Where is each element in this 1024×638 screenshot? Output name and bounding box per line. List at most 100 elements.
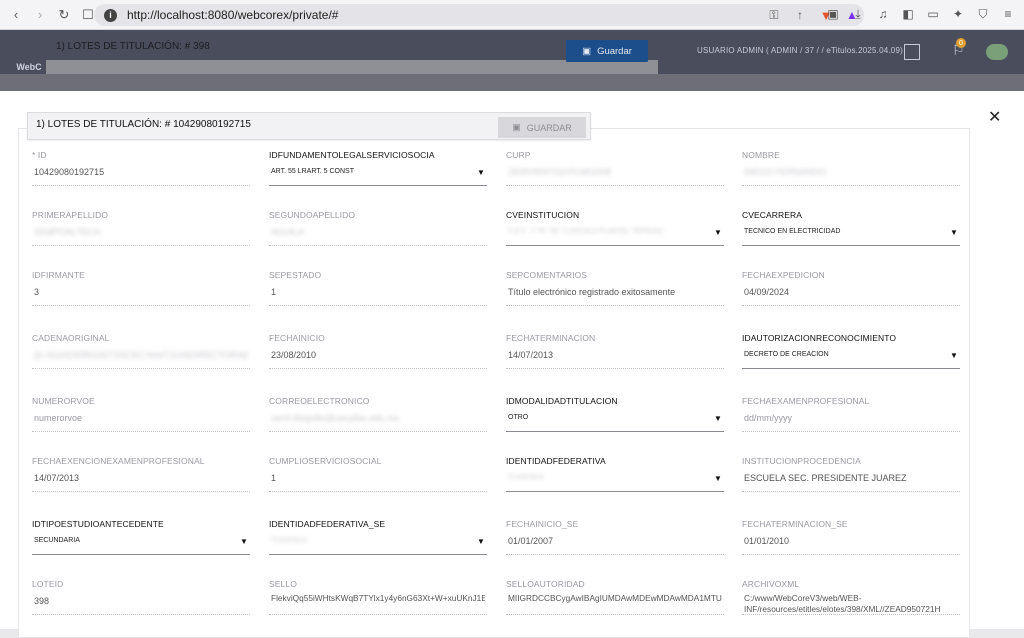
field-value[interactable]: 14/07/2013 [34,473,248,483]
field-loteid[interactable]: LOTEID 398 [32,579,250,629]
field-value[interactable]: DIEGO FERNANDO [744,167,958,177]
modal-header: 1) LOTES DE TITULACIÓN: # 10429080192715… [27,112,591,140]
field-id[interactable]: * ID 10429080192715 [32,150,250,200]
field-value[interactable]: numerorvoe [34,413,248,423]
select-value[interactable]: TLAXCALA [271,537,485,544]
field-sepestado[interactable]: SEPESTADO 1 [269,270,487,320]
dropdown-caret-icon[interactable]: ▼ [714,474,722,483]
field-fechainicio-se[interactable]: FECHAINICIO_SE 01/01/2007 [506,519,724,569]
field-label: SELLOAUTORIDAD [506,579,585,589]
leo-ai-icon[interactable]: ✦ [950,6,966,22]
field-sepcomentarios[interactable]: SEPCOMENTARIOS Título electrónico registr… [506,270,724,320]
field-segundoapellido[interactable]: SEGUNDOAPELLIDO AGUILA [269,210,487,260]
site-info-icon[interactable]: i [104,8,117,22]
field-value[interactable]: 04/09/2024 [744,287,958,297]
field-fechainicio[interactable]: FECHAINICIO 23/08/2010 [269,333,487,383]
field-label: * ID [32,150,47,160]
notification-badge: 0 [956,38,966,48]
field-identidadfederativa[interactable]: IDENTIDADFEDERATIVA TLAXCALA ▼ [506,456,724,506]
field-value[interactable]: 14/07/2013 [508,350,722,360]
dropdown-caret-icon[interactable]: ▼ [477,168,485,177]
field-institucionprocedencia[interactable]: INSTITUCIONPROCEDENCIA ESCUELA SEC. PRESI… [742,456,960,506]
field-value[interactable]: ESCUELA SEC. PRESIDENTE JUAREZ [744,473,958,483]
dropdown-caret-icon[interactable]: ▼ [714,414,722,423]
field-fechaexencionexamenprofesional[interactable]: FECHAEXENCIONEXAMENPROFESIONAL 14/07/2013 [32,456,250,506]
save-button[interactable]: ▣ GUARDAR [498,117,586,138]
forward-arrow-icon[interactable]: › [32,7,48,23]
close-icon[interactable]: ✕ [988,107,1001,127]
field-idtipoestudioantecedente[interactable]: IDTIPOESTUDIOANTECEDENTE SECUNDARIA ▼ [32,519,250,569]
avatar[interactable] [986,44,1008,60]
field-idfirmante[interactable]: IDFIRMANTE 3 [32,270,250,320]
select-value[interactable]: TLAXCALA [508,474,722,481]
select-value[interactable]: SECUNDARIA [34,537,248,544]
field-fechaterminacion-se[interactable]: FECHATERMINACION_SE 01/01/2010 [742,519,960,569]
wallet-icon[interactable]: ▭ [925,6,941,22]
field-idautorizacionreconocimiento[interactable]: IDAUTORIZACIONRECONOCIMIENTO DECRETO DE C… [742,333,960,383]
field-cveinstitucion[interactable]: CVEINSTITUCION C.E.C. Y TE. DE TLAXCALA P… [506,210,724,260]
field-value[interactable]: ZEMPOALTECA [34,227,248,237]
select-value[interactable]: TÉCNICO EN ELECTRICIDAD [744,228,958,235]
field-value[interactable]: 01/01/2007 [508,536,722,546]
field-label: IDTIPOESTUDIOANTECEDENTE [32,519,164,529]
select-value[interactable]: ART. 55 LRART. 5 CONST [271,168,485,175]
reload-icon[interactable]: ↻ [56,7,72,23]
field-idfundamentolegalserviciosocia[interactable]: IDFUNDAMENTOLEGALSERVICIOSOCIA ART. 55 LR… [269,150,487,200]
field-nombre[interactable]: NOMBRE DIEGO FERNANDO [742,150,960,200]
field-label: FECHAEXENCIONEXAMENPROFESIONAL [32,456,205,466]
field-archivoxml[interactable]: ARCHIVOXML C:/www/WebCoreV3/web/WEB-INF/r… [742,579,960,629]
field-value[interactable]: 10429080192715 [34,167,248,177]
field-value[interactable]: 23/08/2010 [271,350,485,360]
field-value[interactable]: AGUILA [271,227,485,237]
field-numerorvoe[interactable]: NUMERORVOE numerorvoe [32,396,250,446]
select-value[interactable]: OTRO [508,414,722,421]
field-label: ARCHIVOXML [742,579,800,589]
field-fechaterminacion[interactable]: FECHATERMINACION 14/07/2013 [506,333,724,383]
field-value[interactable]: dd/mm/yyyy [744,413,958,423]
field-value[interactable]: 01/01/2010 [744,536,958,546]
field-value[interactable]: 1 [271,287,485,297]
field-value[interactable]: 3 [34,287,248,297]
dropdown-caret-icon[interactable]: ▼ [477,537,485,546]
select-value[interactable]: DECRETO DE CREACIÓN [744,351,958,358]
field-cumplioserviciosocial[interactable]: CUMPLIOSERVICIOSOCIAL 1 [269,456,487,506]
field-selloautoridad[interactable]: SELLOAUTORIDAD MIIGRDCCBCygAwIBAgIUMDAwMD… [506,579,724,629]
back-arrow-icon[interactable]: ‹ [8,7,24,23]
sidebar-icon[interactable]: ◧ [900,6,916,22]
field-identidadfederativa-se[interactable]: IDENTIDADFEDERATIVA_SE TLAXCALA ▼ [269,519,487,569]
field-correoelectronico[interactable]: CORREOELECTRONICO zemf.diegofer@cecytlax.… [269,396,487,446]
share-icon[interactable]: ↑ [792,7,808,23]
download-icon[interactable]: ⤓ [850,6,866,22]
expand-icon[interactable] [904,44,920,60]
field-sello[interactable]: SELLO FlekviQq55iWHtsKWqB7TYlx1y4y6nG63Xt… [269,579,487,629]
dropdown-caret-icon[interactable]: ▼ [950,228,958,237]
field-value[interactable]: 398 [34,596,248,606]
field-value[interactable]: ZEMV900721HTLMGD08 [508,167,722,177]
field-label: LOTEID [32,579,64,589]
field-underline [32,554,250,555]
field-primerapellido[interactable]: PRIMERAPELLIDO ZEMPOALTECA [32,210,250,260]
vpn-icon[interactable]: ⛉ [975,6,991,22]
dropdown-caret-icon[interactable]: ▼ [950,351,958,360]
field-value[interactable]: zemf.diegofer@cecytlax.edu.mx [271,413,485,423]
field-underline [506,554,724,555]
address-bar[interactable]: i http://localhost:8080/webcorex/private… [94,4,864,26]
media-icon[interactable]: ♫ [875,6,891,22]
menu-icon[interactable]: ≡ [1000,6,1016,22]
field-value[interactable]: Título electrónico registrado exitosamen… [508,287,722,297]
select-value[interactable]: C.E.C. Y TE. DE TLAXCALA PLANTEL TEPEXAC [508,228,722,235]
field-value[interactable]: 1 [271,473,485,483]
field-curp[interactable]: CURP ZEMV900721HTLMGD08 [506,150,724,200]
reader-mode-icon[interactable]: ▣ [825,6,841,22]
field-value[interactable]: ||1.0|10429080192715|CECYeteT1104|DIRECT… [34,350,248,360]
field-fechaexpedicion[interactable]: FECHAEXPEDICION 04/09/2024 [742,270,960,320]
background-save-button[interactable]: ▣ Guardar [566,40,648,62]
field-idmodalidadtitulacion[interactable]: IDMODALIDADTITULACION OTRO ▼ [506,396,724,446]
field-fechaexamenprofesional[interactable]: FECHAEXAMENPROFESIONAL dd/mm/yyyy [742,396,960,446]
key-icon[interactable]: ⚿ [766,7,782,23]
dropdown-caret-icon[interactable]: ▼ [240,537,248,546]
field-cvecarrera[interactable]: CVECARRERA TÉCNICO EN ELECTRICIDAD ▼ [742,210,960,260]
dropdown-caret-icon[interactable]: ▼ [714,228,722,237]
field-label: CUMPLIOSERVICIOSOCIAL [269,456,382,466]
field-cadenaoriginal[interactable]: CADENAORIGINAL ||1.0|10429080192715|CECYe… [32,333,250,383]
